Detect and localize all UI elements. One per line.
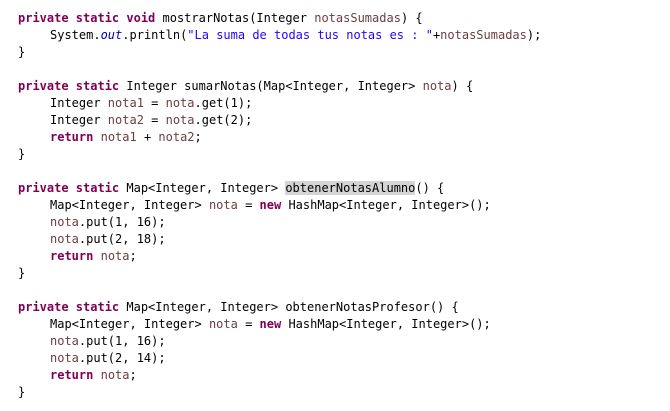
code-token: = [237,317,260,331]
code-token: ; [129,368,137,382]
code-token: = [237,198,260,212]
code-token: Map<Integer, Integer> obtenerNotasProfes… [119,300,459,314]
code-token: Integer [50,113,108,127]
code-token: .put(1, 16); [78,334,166,348]
code-variable: notasSumadas [314,11,401,25]
code-line[interactable]: private static Map<Integer, Integer> obt… [18,299,541,316]
code-line[interactable]: } [18,265,541,282]
code-token: = [143,96,166,110]
code-line[interactable]: System.out.println("La suma de todas tus… [18,27,541,44]
code-token: HashMap<Integer, Integer>(); [281,317,491,331]
code-keyword: return [50,249,94,263]
code-variable: nota [100,249,130,263]
code-line[interactable]: nota.put(2, 14); [18,350,541,367]
code-keyword: return [50,368,94,382]
code-token: ; [194,130,202,144]
code-token: .put(2, 18); [78,232,166,246]
code-token: .put(1, 16); [78,215,166,229]
code-variable: nota1 [107,96,144,110]
code-token: Map<Integer, Integer> [50,198,209,212]
code-editor[interactable]: private static void mostrarNotas(Integer… [0,0,670,411]
code-variable: notasSumadas [440,28,527,42]
code-line[interactable] [18,163,541,180]
code-token: ); [526,28,542,42]
code-variable: nota [100,368,130,382]
code-token: .get(1); [194,96,253,110]
code-token: Integer sumarNotas(Map<Integer, Integer> [119,79,423,93]
code-line[interactable]: return nota; [18,367,541,384]
code-line[interactable]: Integer nota1 = nota.get(1); [18,95,541,112]
code-line[interactable]: Map<Integer, Integer> nota = new HashMap… [18,316,541,333]
code-line[interactable]: } [18,44,541,61]
code-text-area[interactable]: private static void mostrarNotas(Integer… [18,10,541,401]
code-token: mostrarNotas(Integer [155,11,315,25]
code-variable: nota [50,232,79,246]
code-token: Integer [50,96,108,110]
code-variable: nota [165,113,195,127]
code-line[interactable] [18,61,541,78]
code-token: ; [129,249,137,263]
code-token: } [18,266,26,280]
code-line[interactable]: } [18,146,541,163]
code-token: ) { [400,11,423,25]
code-keyword: private static void [18,11,156,25]
code-line[interactable]: nota.put(1, 16); [18,214,541,231]
code-keyword: private static [18,181,120,195]
code-token: System. [50,28,101,42]
code-token: () { [415,181,445,195]
code-line[interactable]: private static Map<Integer, Integer> obt… [18,180,541,197]
code-line[interactable]: Integer nota2 = nota.get(2); [18,112,541,129]
code-line[interactable]: Map<Integer, Integer> nota = new HashMap… [18,197,541,214]
code-line[interactable]: nota.put(1, 16); [18,333,541,350]
code-static-field: out [100,28,123,42]
code-line[interactable]: nota.put(2, 18); [18,231,541,248]
code-variable: nota1 [100,130,137,144]
code-line[interactable]: } [18,384,541,401]
code-keyword: private static [18,79,120,93]
code-variable: nota [50,334,79,348]
highlighted-method-name: obtenerNotasAlumno [285,181,416,195]
code-variable: nota2 [107,113,144,127]
code-line[interactable] [18,282,541,299]
code-token: } [18,147,26,161]
code-token: .println( [122,28,188,42]
code-keyword: return [50,130,94,144]
code-token: .put(2, 14); [78,351,166,365]
code-token: Map<Integer, Integer> [119,181,286,195]
code-token: } [18,385,26,399]
code-line[interactable]: private static void mostrarNotas(Integer… [18,10,541,27]
code-variable: nota [422,79,452,93]
code-variable: nota [208,198,238,212]
code-variable: nota [165,96,195,110]
code-string-literal: "La suma de todas tus notas es : " [187,28,433,42]
code-line[interactable]: return nota; [18,248,541,265]
code-token: = [143,113,166,127]
code-keyword: private static [18,300,120,314]
code-variable: nota2 [158,130,195,144]
code-token: .get(2); [194,113,253,127]
code-token: Map<Integer, Integer> [50,317,209,331]
code-variable: nota [50,215,79,229]
code-token: + [136,130,159,144]
code-keyword: new [259,317,282,331]
code-token: ) { [451,79,474,93]
code-variable: nota [50,351,79,365]
code-token: } [18,45,26,59]
code-line[interactable]: return nota1 + nota2; [18,129,541,146]
code-keyword: new [259,198,282,212]
code-token: HashMap<Integer, Integer>(); [281,198,491,212]
code-variable: nota [208,317,238,331]
code-line[interactable]: private static Integer sumarNotas(Map<In… [18,78,541,95]
